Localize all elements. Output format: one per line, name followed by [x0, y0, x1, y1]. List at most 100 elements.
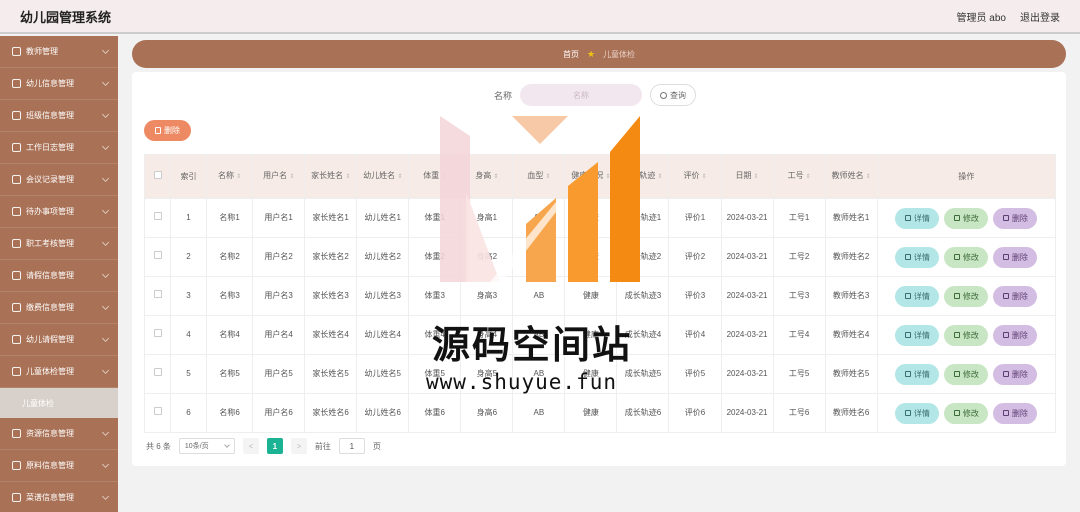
table-cell-teacher: 教师姓名4 — [824, 315, 878, 355]
detail-button[interactable]: 详情 — [895, 324, 940, 346]
column-header[interactable]: 名称 ⇕ — [206, 154, 254, 199]
column-header-label: 幼儿姓名 — [363, 171, 396, 180]
sidebar-item-2[interactable]: 班级信息管理 — [0, 100, 118, 132]
sidebar-item-8[interactable]: 缴费信息管理 — [0, 292, 118, 324]
sidebar-item-9[interactable]: 幼儿请假管理 — [0, 324, 118, 356]
sort-icon[interactable]: ⇕ — [345, 171, 350, 184]
row-select-cell — [143, 198, 172, 238]
breadcrumb-home[interactable]: 首页 — [563, 49, 579, 60]
sort-icon[interactable]: ⇕ — [657, 171, 662, 184]
column-header[interactable]: 日期 ⇕ — [720, 154, 774, 199]
page-1-button[interactable]: 1 — [266, 438, 283, 454]
delete-button[interactable]: 删除 — [993, 207, 1038, 229]
table-cell-no: 工号1 — [772, 198, 826, 238]
row-checkbox[interactable] — [153, 368, 162, 376]
sidebar-subitem-active[interactable]: 儿童体检 — [0, 388, 118, 418]
column-header[interactable]: 工号 ⇕ — [772, 154, 826, 199]
edit-button[interactable]: 修改 — [944, 402, 989, 424]
sidebar-item-10[interactable]: 儿童体检管理 — [0, 356, 118, 388]
edit-button[interactable]: 修改 — [944, 324, 989, 346]
delete-button[interactable]: 删除 — [993, 402, 1038, 424]
delete-button[interactable]: 删除 — [993, 285, 1038, 307]
row-actions: 详情 修改 删除 — [876, 198, 1057, 238]
search-bar: 名称 查询 — [494, 84, 697, 106]
table-cell-child: 幼儿姓名1 — [356, 198, 410, 238]
sidebar-item-7[interactable]: 请假信息管理 — [0, 260, 118, 292]
logout-link[interactable]: 退出登录 — [1020, 9, 1060, 24]
select-all-checkbox[interactable] — [153, 171, 162, 179]
detail-label: 详情 — [913, 408, 930, 418]
detail-button[interactable]: 详情 — [895, 363, 940, 385]
chevron-down-icon — [101, 206, 110, 215]
sort-icon[interactable]: ⇕ — [701, 171, 706, 184]
sidebar-item-4[interactable]: 会议记录管理 — [0, 164, 118, 196]
row-checkbox[interactable] — [153, 290, 162, 298]
sort-icon[interactable]: ⇕ — [754, 171, 759, 184]
edit-label: 修改 — [962, 291, 979, 301]
edit-button[interactable]: 修改 — [944, 246, 989, 268]
row-checkbox[interactable] — [153, 251, 162, 259]
document-icon — [904, 215, 911, 221]
detail-button[interactable]: 详情 — [895, 285, 940, 307]
chevron-down-icon — [101, 460, 110, 469]
table-cell-height: 身高6 — [460, 393, 514, 433]
goto-label: 前往 — [314, 441, 331, 451]
column-header[interactable]: 教师姓名 ⇕ — [824, 154, 878, 199]
sidebar-item-1[interactable]: 幼儿信息管理 — [0, 68, 118, 100]
sidebar-item-6[interactable]: 职工考核管理 — [0, 228, 118, 260]
delete-button[interactable]: 删除 — [993, 324, 1038, 346]
column-header: 操作 — [876, 154, 1057, 199]
search-button[interactable]: 查询 — [650, 84, 697, 106]
bulk-delete-button[interactable]: 删除 — [144, 120, 191, 141]
sort-icon[interactable]: ⇕ — [866, 171, 871, 184]
total-count: 共 6 条 — [146, 441, 171, 451]
column-header[interactable]: 用户名 ⇕ — [252, 154, 306, 199]
sidebar-item-after-2[interactable]: 菜谱信息管理 — [0, 482, 118, 512]
chevron-down-icon — [101, 334, 110, 343]
table-cell-teacher: 教师姓名2 — [824, 237, 878, 277]
row-checkbox[interactable] — [153, 329, 162, 337]
edit-button[interactable]: 修改 — [944, 363, 989, 385]
sidebar-item-0[interactable]: 教师管理 — [0, 36, 118, 68]
table-cell-date: 2024-03-21 — [720, 354, 774, 394]
trash-icon — [155, 127, 161, 134]
table-cell-no: 工号4 — [772, 315, 826, 355]
goto-page-input[interactable] — [338, 438, 365, 454]
column-header[interactable]: 评价 ⇕ — [668, 154, 722, 199]
row-checkbox[interactable] — [153, 212, 162, 220]
table-cell-date: 2024-03-21 — [720, 393, 774, 433]
edit-button[interactable]: 修改 — [944, 285, 989, 307]
sidebar-item-after-1[interactable]: 原料信息管理 — [0, 450, 118, 482]
sidebar-item-after-0[interactable]: 资源信息管理 — [0, 418, 118, 450]
column-header[interactable]: 家长姓名 ⇕ — [304, 154, 358, 199]
table-cell-parent: 家长姓名4 — [304, 315, 358, 355]
delete-label: 删除 — [1011, 408, 1028, 418]
delete-button[interactable]: 删除 — [993, 363, 1038, 385]
column-header[interactable]: 幼儿姓名 ⇕ — [356, 154, 410, 199]
sidebar-item-5[interactable]: 待办事项管理 — [0, 196, 118, 228]
prev-page-button[interactable]: < — [242, 438, 259, 454]
detail-button[interactable]: 详情 — [895, 246, 940, 268]
column-header[interactable]: 索引 — [170, 154, 208, 199]
table-cell-health: 健康 — [564, 393, 618, 433]
detail-button[interactable]: 详情 — [895, 207, 940, 229]
page-size-select[interactable]: 10条/页 — [178, 438, 235, 454]
chevron-down-icon — [101, 270, 110, 279]
chevron-down-icon — [101, 238, 110, 247]
sort-icon[interactable]: ⇕ — [236, 171, 241, 184]
search-input[interactable] — [520, 84, 643, 106]
column-header-label: 用户名 — [263, 171, 288, 180]
next-page-button[interactable]: > — [290, 438, 307, 454]
sidebar-item-3[interactable]: 工作日志管理 — [0, 132, 118, 164]
delete-button[interactable]: 删除 — [993, 246, 1038, 268]
table-cell-user: 用户名1 — [252, 198, 306, 238]
sort-icon[interactable]: ⇕ — [397, 171, 402, 184]
sort-icon[interactable]: ⇕ — [289, 171, 294, 184]
trash-icon — [1002, 254, 1009, 260]
sort-icon[interactable]: ⇕ — [806, 171, 811, 184]
current-user[interactable]: 管理员 abo — [957, 9, 1006, 24]
edit-button[interactable]: 修改 — [944, 207, 989, 229]
top-right-menu: 管理员 abo 退出登录 — [957, 9, 1060, 24]
row-checkbox[interactable] — [153, 407, 162, 415]
detail-button[interactable]: 详情 — [895, 402, 940, 424]
